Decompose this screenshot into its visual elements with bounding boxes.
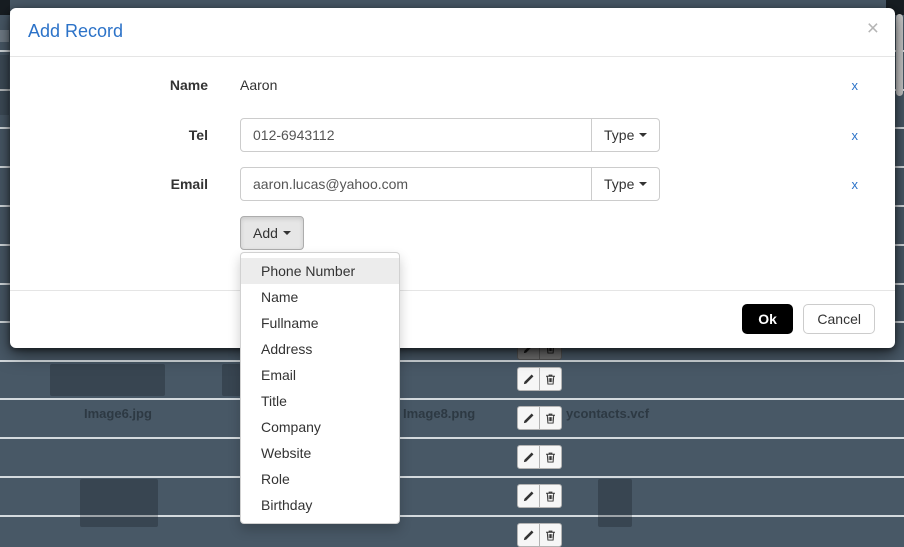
delete-button[interactable] (539, 406, 562, 430)
menu-item-title[interactable]: Title (241, 388, 399, 414)
field-label: Name (10, 77, 208, 93)
menu-item-birthday[interactable]: Birthday (241, 492, 399, 518)
add-field-dropdown: Add Phone Number Name Fullname Address E… (240, 216, 304, 250)
menu-item-fullname[interactable]: Fullname (241, 310, 399, 336)
type-dropdown-button[interactable]: Type (591, 167, 660, 201)
type-button-label: Type (604, 176, 634, 192)
add-button[interactable]: Add (240, 216, 304, 250)
edit-icon (522, 412, 535, 425)
menu-item-name[interactable]: Name (241, 284, 399, 310)
modal-body: Name Aaron x Tel Type x Email (10, 57, 895, 250)
ok-button[interactable]: Ok (742, 304, 793, 334)
field-row-name: Name Aaron x (10, 77, 895, 93)
table-row-divider (0, 360, 904, 362)
edit-button[interactable] (517, 406, 540, 430)
page-edge (0, 55, 9, 115)
table-row-divider (0, 398, 904, 400)
file-thumbnail (80, 479, 158, 527)
file-thumbnail (598, 479, 632, 527)
menu-item-role[interactable]: Role (241, 466, 399, 492)
menu-item-phone-number[interactable]: Phone Number (241, 258, 399, 284)
field-row-email: Email Type x (10, 167, 895, 201)
close-icon[interactable]: × (867, 18, 879, 39)
edit-icon (522, 490, 535, 503)
cancel-button[interactable]: Cancel (803, 304, 875, 334)
table-row-divider (0, 437, 904, 439)
menu-item-email[interactable]: Email (241, 362, 399, 388)
page-edge (0, 0, 10, 15)
add-record-modal: Add Record × Name Aaron x Tel Type x (10, 8, 895, 348)
field-label: Tel (10, 127, 208, 143)
scrollbar[interactable] (896, 14, 903, 96)
remove-field-link[interactable]: x (852, 128, 859, 143)
remove-field-link[interactable]: x (852, 78, 859, 93)
type-dropdown-button[interactable]: Type (591, 118, 660, 152)
delete-icon (544, 373, 557, 386)
add-dropdown-menu: Phone Number Name Fullname Address Email… (240, 252, 400, 524)
table-row-divider (0, 476, 904, 478)
delete-icon (544, 412, 557, 425)
remove-field-link[interactable]: x (852, 177, 859, 192)
delete-icon (544, 451, 557, 464)
edit-icon (522, 451, 535, 464)
menu-item-company[interactable]: Company (241, 414, 399, 440)
type-button-label: Type (604, 127, 634, 143)
file-name-label: Image6.jpg (84, 406, 152, 421)
edit-button[interactable] (517, 445, 540, 469)
row-action-group (517, 367, 562, 391)
edit-icon (522, 373, 535, 386)
field-value: Aaron (240, 77, 277, 93)
file-thumbnail (50, 364, 165, 396)
row-action-group (517, 406, 562, 430)
file-name-label: ycontacts.vcf (566, 406, 649, 421)
edit-icon (522, 529, 535, 542)
field-row-tel: Tel Type x (10, 118, 895, 152)
tel-input[interactable] (240, 118, 592, 152)
row-action-group (517, 484, 562, 508)
delete-button[interactable] (539, 484, 562, 508)
modal-footer: Ok Cancel (10, 290, 895, 348)
delete-button[interactable] (539, 367, 562, 391)
delete-button[interactable] (539, 445, 562, 469)
email-input[interactable] (240, 167, 592, 201)
chevron-down-icon (639, 133, 647, 137)
file-name-label: Image8.png (403, 406, 475, 421)
row-action-group (517, 445, 562, 469)
edit-button[interactable] (517, 367, 540, 391)
add-button-label: Add (253, 225, 278, 241)
page-edge (0, 30, 9, 42)
delete-icon (544, 490, 557, 503)
edit-button[interactable] (517, 484, 540, 508)
field-label: Email (10, 176, 208, 192)
row-action-group (517, 523, 562, 547)
menu-item-address[interactable]: Address (241, 336, 399, 362)
chevron-down-icon (639, 182, 647, 186)
modal-title: Add Record (28, 21, 123, 41)
menu-item-website[interactable]: Website (241, 440, 399, 466)
delete-button[interactable] (539, 523, 562, 547)
delete-icon (544, 529, 557, 542)
chevron-down-icon (283, 231, 291, 235)
edit-button[interactable] (517, 523, 540, 547)
modal-header: Add Record × (10, 8, 895, 57)
